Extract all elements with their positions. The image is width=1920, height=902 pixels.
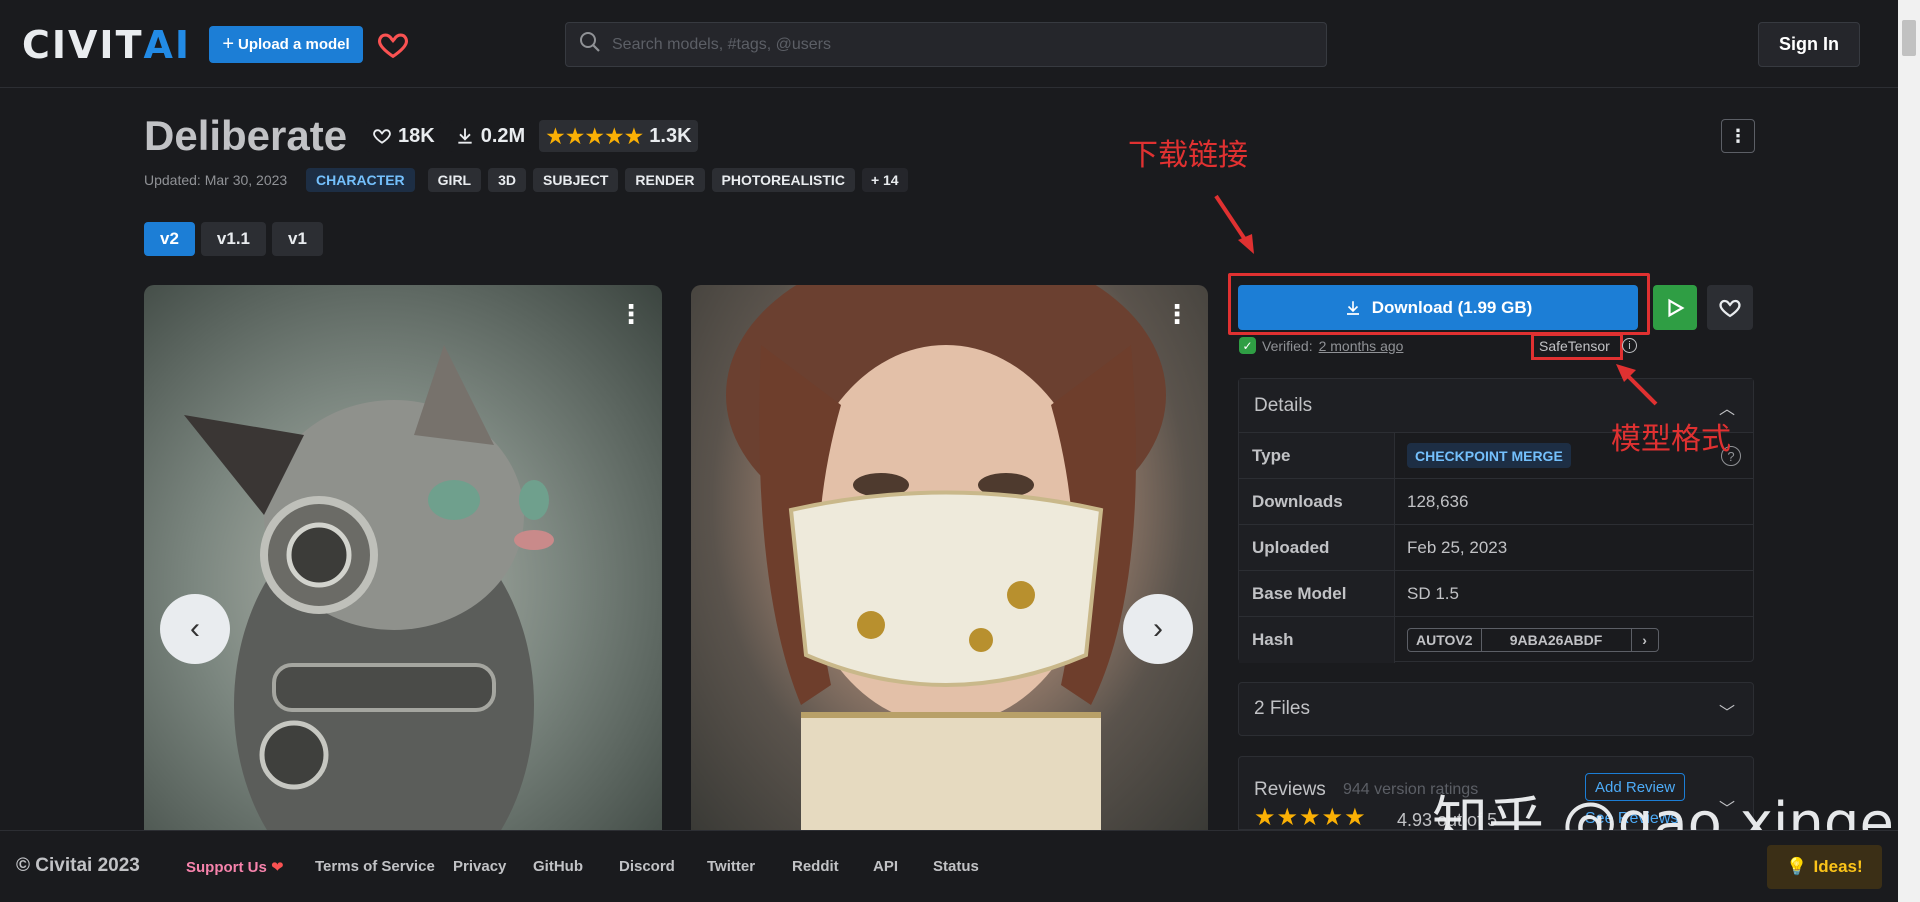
annotation-model-format: 模型格式 (1611, 422, 1731, 457)
chevron-right-icon: › (1153, 612, 1163, 645)
annotation-arrow-up (1616, 364, 1658, 406)
files-accordion[interactable]: 2 Files ﹀ (1238, 682, 1754, 736)
more-vertical-icon: ⋮ (1729, 125, 1747, 146)
image-menu-icon[interactable]: ⋮ (1164, 301, 1190, 327)
chevron-left-icon: ‹ (190, 612, 200, 645)
upload-model-button[interactable]: + Upload a model (209, 26, 363, 63)
annotation-download-link: 下载链接 (1128, 138, 1248, 173)
updated-date: Updated: Mar 30, 2023 (144, 172, 288, 188)
rating-stars-icon: ★★★★★ (545, 122, 644, 149)
gallery-image-cat[interactable]: ⋮ (144, 285, 662, 830)
rating-stat[interactable]: ★★★★★ 1.3K (539, 120, 698, 152)
likes-stat[interactable]: 18K (366, 120, 441, 152)
woman-illustration (726, 285, 1166, 830)
category-tag[interactable]: CHARACTER (306, 168, 415, 192)
footer-api-link[interactable]: API (873, 858, 898, 875)
footer-privacy-link[interactable]: Privacy (453, 858, 506, 875)
details-row-downloads: Downloads 128,636 (1239, 479, 1753, 525)
model-title: Deliberate (144, 112, 348, 159)
plus-icon: + (222, 33, 234, 55)
sign-in-button[interactable]: Sign In (1758, 22, 1860, 67)
favorite-button[interactable] (1707, 285, 1753, 330)
footer-twitter-link[interactable]: Twitter (707, 858, 755, 875)
tag-chip[interactable]: RENDER (625, 168, 705, 192)
heart-icon (373, 129, 391, 144)
footer-discord-link[interactable]: Discord (619, 858, 675, 875)
search-input[interactable] (612, 35, 1292, 54)
tag-chip[interactable]: 3D (488, 168, 527, 192)
chevron-right-icon[interactable]: › (1632, 629, 1658, 651)
gallery-next-button[interactable]: › (1123, 594, 1193, 664)
annotation-box-download (1228, 273, 1650, 335)
image-menu-icon[interactable]: ⋮ (618, 301, 644, 327)
lightbulb-icon: 💡 (1786, 857, 1808, 876)
cat-illustration (184, 345, 554, 830)
version-tab-v1[interactable]: v1 (272, 222, 323, 256)
gallery-prev-button[interactable]: ‹ (160, 594, 230, 664)
tag-chip[interactable]: SUBJECT (533, 168, 619, 192)
ideas-button[interactable]: 💡 Ideas! (1767, 845, 1882, 889)
tag-chip[interactable]: PHOTOREALISTIC (711, 168, 855, 192)
page-scrollbar[interactable] (1898, 0, 1920, 902)
heart-icon: ❤ (271, 859, 284, 876)
gallery-image-woman[interactable]: ⋮ (691, 285, 1208, 830)
details-row-hash: Hash AUTOV2 9ABA26ABDF › (1239, 617, 1753, 663)
chevron-down-icon: ﹀ (1718, 705, 1735, 722)
run-model-button[interactable] (1653, 285, 1697, 330)
more-tags-button[interactable]: + 14 (861, 168, 908, 192)
details-row-uploaded: Uploaded Feb 25, 2023 (1239, 525, 1753, 571)
info-icon[interactable]: i (1622, 338, 1637, 353)
hash-value[interactable]: 9ABA26ABDF (1482, 629, 1632, 651)
search-bar[interactable] (565, 22, 1327, 67)
type-badge: CHECKPOINT MERGE (1407, 443, 1571, 468)
search-icon (578, 30, 602, 59)
hash-copy-control[interactable]: AUTOV2 9ABA26ABDF › (1407, 628, 1659, 652)
top-header: CIVITAI + Upload a model Sign In (0, 0, 1898, 88)
verified-time-link[interactable]: 2 months ago (1319, 338, 1404, 354)
version-tabs: v2 v1.1 v1 (144, 222, 323, 256)
footer-reddit-link[interactable]: Reddit (792, 858, 839, 875)
support-heart-icon[interactable] (376, 28, 410, 62)
copyright: © Civitai 2023 (16, 855, 140, 876)
shield-check-icon: ✓ (1239, 337, 1256, 354)
verified-status: ✓ Verified: 2 months ago (1239, 337, 1403, 354)
review-stars-icon: ★★★★★ (1254, 804, 1367, 830)
footer-support-link[interactable]: Support Us ❤ (186, 858, 284, 876)
tag-chip[interactable]: GIRL (427, 168, 482, 192)
scrollbar-thumb[interactable] (1902, 20, 1916, 56)
model-stats: 18K 0.2M ★★★★★ 1.3K (366, 120, 698, 152)
annotation-box-format (1531, 333, 1623, 360)
version-tab-v1-1[interactable]: v1.1 (200, 222, 267, 256)
download-icon (458, 128, 472, 144)
play-icon (1668, 298, 1685, 317)
model-menu-button[interactable]: ⋮ (1721, 119, 1755, 153)
footer-github-link[interactable]: GitHub (533, 858, 583, 875)
footer-terms-link[interactable]: Terms of Service (315, 858, 435, 875)
tag-list: CHARACTER GIRL 3D SUBJECT RENDER PHOTORE… (306, 168, 908, 192)
heart-icon (1719, 299, 1741, 317)
annotation-arrow-down (1214, 194, 1254, 254)
details-row-base-model: Base Model SD 1.5 (1239, 571, 1753, 617)
version-tab-v2[interactable]: v2 (144, 222, 195, 256)
downloads-stat: 0.2M (448, 120, 532, 152)
civitai-logo[interactable]: CIVIT AI (22, 23, 191, 67)
hash-type[interactable]: AUTOV2 (1408, 629, 1482, 651)
footer-status-link[interactable]: Status (933, 858, 979, 875)
footer: © Civitai 2023 Support Us ❤ Terms of Ser… (0, 830, 1898, 902)
